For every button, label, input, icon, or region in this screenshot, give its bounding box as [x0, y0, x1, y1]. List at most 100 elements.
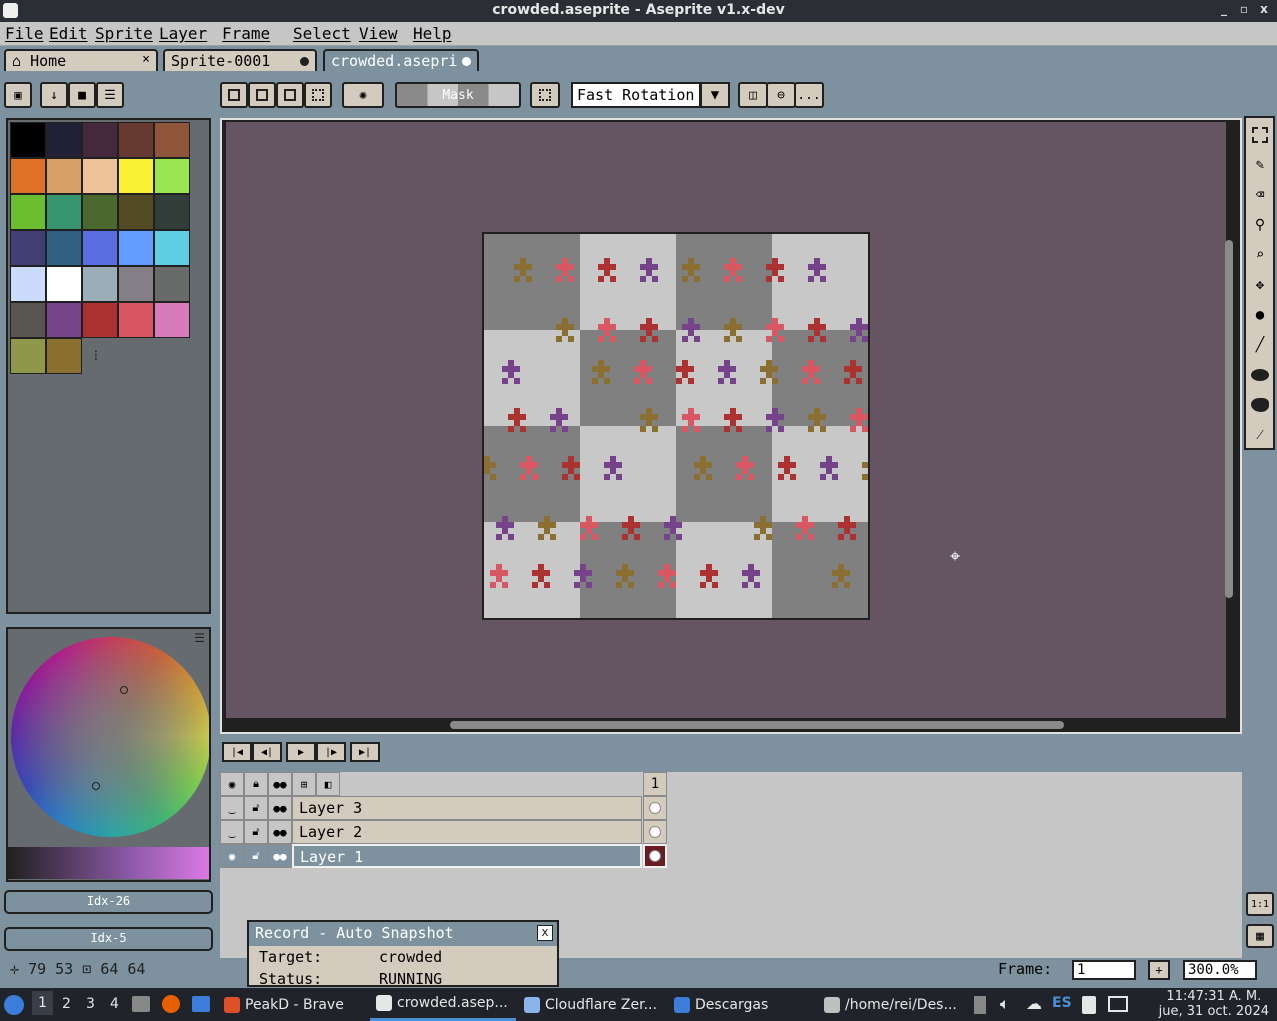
cel-selected[interactable]: [643, 844, 667, 868]
menu-frame[interactable]: Frame: [222, 24, 270, 43]
zoom-tool[interactable]: ⌕: [1248, 242, 1272, 268]
lock-icon[interactable]: 🔓︎: [244, 820, 268, 844]
palette-swatch[interactable]: [154, 158, 190, 194]
lock-icon[interactable]: 🔒︎: [244, 772, 268, 796]
palette-swatch[interactable]: [118, 302, 154, 338]
palette-swatch[interactable]: [46, 158, 82, 194]
rotation-algorithm-select[interactable]: Fast Rotation: [571, 82, 701, 108]
eraser-tool[interactable]: ⌫: [1248, 182, 1272, 208]
first-frame-button[interactable]: |◀: [222, 742, 252, 762]
zoom-input[interactable]: 300.0%: [1183, 960, 1257, 980]
palette-stop-button[interactable]: ■: [68, 82, 96, 108]
eye-closed-icon[interactable]: ‿: [220, 796, 244, 820]
palette-swatch[interactable]: [10, 302, 46, 338]
palette-swatch[interactable]: [46, 194, 82, 230]
palette-swatch[interactable]: [10, 266, 46, 302]
fill-tool[interactable]: ●: [1248, 302, 1272, 328]
start-menu-icon[interactable]: [4, 995, 24, 1015]
group-icon[interactable]: ⊞: [292, 772, 316, 796]
horizontal-scrollbar[interactable]: [450, 721, 1064, 729]
palette-menu-button[interactable]: ☰: [96, 82, 124, 108]
layer-name[interactable]: Layer 2: [292, 820, 642, 844]
tab-home[interactable]: ⌂ Home ×: [4, 49, 158, 71]
continuous-icon[interactable]: ●●: [268, 820, 292, 844]
palette-swatch[interactable]: [46, 338, 82, 374]
workspace-1[interactable]: 1: [32, 991, 53, 1015]
transparent-color-mask-button[interactable]: Mask: [395, 82, 521, 108]
palette-swatch[interactable]: [10, 158, 46, 194]
tab-sprite-0001[interactable]: Sprite-0001: [163, 49, 317, 71]
menu-sprite[interactable]: Sprite: [95, 24, 153, 43]
keyboard-layout-indicator[interactable]: ES: [1052, 995, 1072, 1011]
layer-row[interactable]: ‿ 🔓︎ ●● Layer 2: [220, 820, 668, 844]
palette-swatch[interactable]: [82, 122, 118, 158]
palette-swatch[interactable]: [46, 266, 82, 302]
more-options-button[interactable]: ...: [794, 82, 824, 108]
continuous-icon[interactable]: ●●: [268, 796, 292, 820]
line-tool[interactable]: ╱: [1248, 332, 1272, 358]
palette-swatch[interactable]: [118, 230, 154, 266]
blur-tool[interactable]: ⁄: [1248, 422, 1272, 448]
palette-swatch[interactable]: [82, 194, 118, 230]
layer-name[interactable]: Layer 1: [292, 844, 642, 868]
cel[interactable]: [643, 820, 667, 844]
lock-layer-button[interactable]: ▣: [4, 82, 32, 108]
palette-swatch[interactable]: [154, 122, 190, 158]
onion-skin-icon[interactable]: ◧: [316, 772, 340, 796]
ellipse-tool[interactable]: [1248, 362, 1272, 388]
selection-subtract-button[interactable]: [276, 82, 304, 108]
tab-crowded[interactable]: crowded.asepri: [323, 49, 479, 71]
close-icon[interactable]: x: [537, 925, 553, 941]
prev-frame-button[interactable]: ◀|: [252, 742, 282, 762]
palette-swatch[interactable]: [154, 266, 190, 302]
clock[interactable]: 11:47:31 A. M. jue, 31 oct. 2024: [1159, 989, 1269, 1019]
selection-add-button[interactable]: [248, 82, 276, 108]
eye-icon[interactable]: ◉: [220, 844, 244, 868]
flip-vertical-button[interactable]: ⊖: [766, 82, 796, 108]
clipboard-tray-icon[interactable]: [974, 996, 986, 1014]
wheel-menu-icon[interactable]: ☰: [194, 631, 205, 645]
palette-swatch[interactable]: [10, 230, 46, 266]
sprite-canvas[interactable]: [482, 232, 870, 620]
menu-select[interactable]: Select: [293, 24, 351, 43]
move-tool[interactable]: ✥: [1248, 272, 1272, 298]
palette-swatch[interactable]: [82, 158, 118, 194]
menu-view[interactable]: View: [359, 24, 398, 43]
workspace-2[interactable]: 2: [62, 996, 71, 1012]
file-manager-launcher-icon[interactable]: [132, 996, 150, 1012]
vertical-scrollbar[interactable]: [1225, 240, 1233, 598]
frame-input[interactable]: 1: [1072, 960, 1136, 980]
palette-resize-handle[interactable]: ⁞: [94, 348, 98, 365]
menu-help[interactable]: Help: [413, 24, 452, 43]
palette-swatch[interactable]: [118, 122, 154, 158]
selection-replace-button[interactable]: [220, 82, 248, 108]
editor-canvas-area[interactable]: ⌖: [226, 122, 1226, 718]
display-tray-icon[interactable]: [1108, 996, 1128, 1012]
cloud-icon[interactable]: ☁: [1026, 994, 1042, 1013]
workspace-3[interactable]: 3: [86, 996, 95, 1012]
foreground-color-bar[interactable]: Idx-26: [4, 890, 213, 914]
cel[interactable]: [643, 796, 667, 820]
selection-intersect-button[interactable]: [304, 82, 332, 108]
menu-edit[interactable]: Edit: [49, 24, 88, 43]
workspace-4[interactable]: 4: [110, 996, 119, 1012]
continuous-icon[interactable]: ●●: [268, 844, 292, 868]
maximize-button[interactable]: ▫: [1236, 2, 1252, 16]
last-frame-button[interactable]: ▶|: [350, 742, 380, 762]
layer-row[interactable]: ‿ 🔓︎ ●● Layer 3: [220, 796, 668, 820]
eye-closed-icon[interactable]: ‿: [220, 820, 244, 844]
eyedropper-tool[interactable]: ⚲: [1248, 212, 1272, 238]
desktop-launcher-icon[interactable]: [192, 996, 210, 1012]
color-shade-bar[interactable]: [8, 847, 209, 879]
volume-icon[interactable]: 🔈︎: [1000, 994, 1010, 1014]
lock-icon[interactable]: 🔓︎: [244, 844, 268, 868]
wheel-marker-fg[interactable]: [120, 686, 128, 694]
task-aseprite[interactable]: crowded.asep...: [370, 988, 516, 1021]
palette-swatch[interactable]: [10, 194, 46, 230]
close-window-button[interactable]: x: [1256, 2, 1272, 16]
task-brave[interactable]: PeakD - Brave: [218, 988, 366, 1021]
palette-swatch[interactable]: [46, 230, 82, 266]
menu-file[interactable]: File: [5, 24, 44, 43]
pivot-button[interactable]: ✺: [342, 82, 384, 108]
eye-icon[interactable]: ◉: [220, 772, 244, 796]
